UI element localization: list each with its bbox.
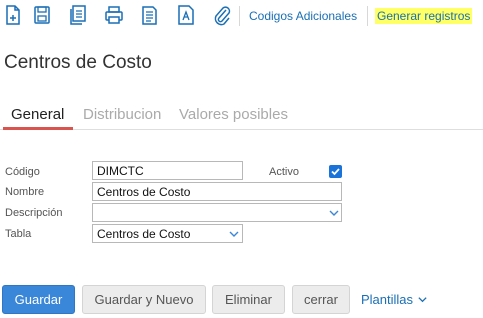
eliminar-button[interactable]: Eliminar bbox=[212, 285, 285, 314]
tabla-label: Tabla bbox=[5, 228, 32, 240]
active-tab-indicator bbox=[3, 127, 73, 130]
tab-bar: General Distribucion Valores posibles bbox=[0, 100, 483, 130]
chevron-down-icon bbox=[418, 297, 427, 303]
new-document-icon[interactable] bbox=[2, 3, 24, 27]
codigo-input[interactable] bbox=[92, 161, 243, 180]
toolbar-separator bbox=[239, 6, 240, 26]
codigo-label: Código bbox=[5, 166, 40, 178]
text-document-icon[interactable] bbox=[175, 3, 197, 27]
tab-general[interactable]: General bbox=[11, 106, 64, 123]
toolbar-separator bbox=[367, 6, 368, 26]
report-icon[interactable] bbox=[139, 3, 161, 27]
checkmark-icon bbox=[331, 168, 340, 176]
descripcion-label: Descripción bbox=[5, 207, 63, 219]
tab-distribucion[interactable]: Distribucion bbox=[83, 106, 161, 123]
copy-icon[interactable] bbox=[67, 3, 89, 27]
tab-valores-posibles[interactable]: Valores posibles bbox=[179, 106, 288, 123]
guardar-y-nuevo-button[interactable]: Guardar y Nuevo bbox=[82, 285, 206, 314]
toolbar: Codigos Adicionales Generar registros bbox=[0, 0, 483, 32]
nombre-input[interactable] bbox=[92, 182, 342, 201]
guardar-button[interactable]: Guardar bbox=[2, 285, 75, 314]
codigos-adicionales-link[interactable]: Codigos Adicionales bbox=[249, 9, 357, 23]
chevron-down-icon bbox=[229, 231, 239, 237]
chevron-down-icon bbox=[329, 210, 339, 216]
activo-label: Activo bbox=[269, 166, 299, 178]
descripcion-select[interactable] bbox=[92, 203, 342, 222]
tabla-select[interactable]: Centros de Costo bbox=[92, 224, 243, 243]
activo-checkbox[interactable] bbox=[329, 165, 342, 178]
page-title: Centros de Costo bbox=[4, 52, 152, 73]
print-icon[interactable] bbox=[103, 3, 125, 27]
tabla-value: Centros de Costo bbox=[97, 227, 191, 241]
cerrar-button[interactable]: cerrar bbox=[292, 285, 350, 314]
nombre-label: Nombre bbox=[5, 186, 45, 198]
plantillas-label: Plantillas bbox=[361, 292, 414, 307]
attachment-icon[interactable] bbox=[211, 3, 233, 27]
plantillas-dropdown[interactable]: Plantillas bbox=[361, 292, 428, 307]
save-icon[interactable] bbox=[31, 3, 53, 27]
generar-registros-link[interactable]: Generar registros bbox=[375, 8, 473, 24]
